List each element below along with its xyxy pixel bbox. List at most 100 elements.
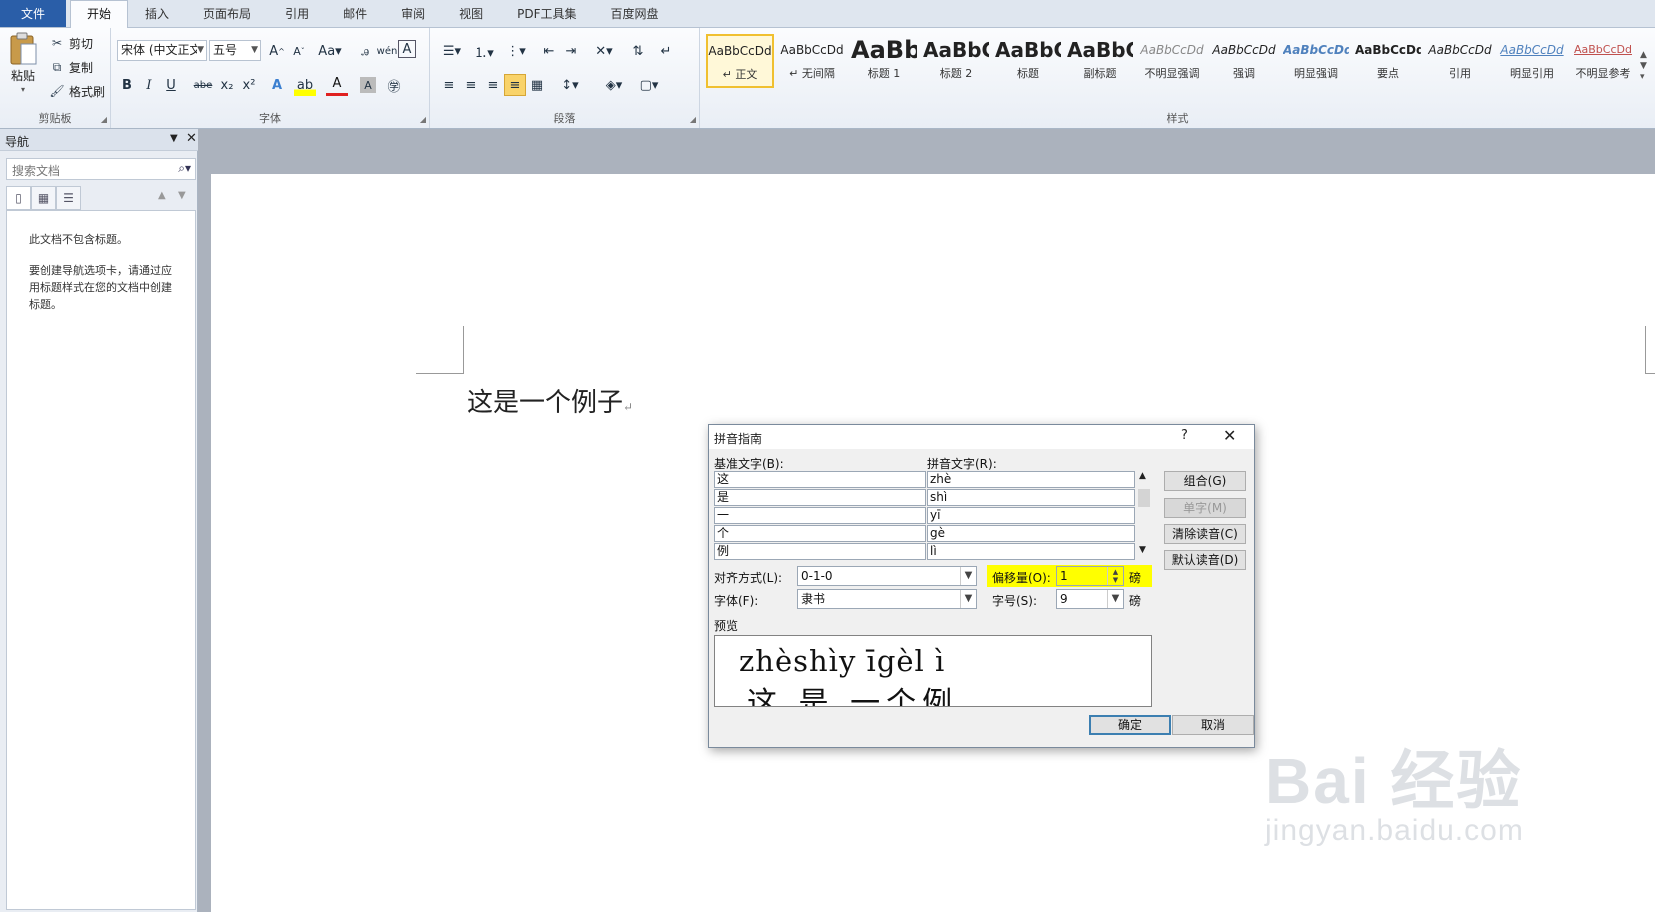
underline-button[interactable]: U [160,74,182,96]
scroll-down-icon[interactable]: ▼ [1139,545,1146,555]
tab-review[interactable]: 审阅 [384,0,442,27]
spin-icon[interactable]: ▲ ▼ [1107,567,1123,585]
paste-dropdown-icon[interactable]: ▾ [21,85,25,94]
italic-button[interactable]: I [138,74,160,96]
style-intense-emphasis[interactable]: AaBbCcDd 明显强调 [1282,34,1350,88]
tab-insert[interactable]: 插入 [128,0,186,27]
subscript-button[interactable]: x₂ [216,74,238,96]
distributed-icon[interactable]: ▦ [526,74,548,96]
decrease-indent-icon[interactable]: ⇤ [538,40,560,62]
align-left-icon[interactable]: ≡ [438,74,460,96]
document-text[interactable]: 这是一个例子↵ [467,382,633,419]
style-heading-1[interactable]: AaBb 标题 1 [850,34,918,88]
help-button[interactable]: ? [1181,428,1188,443]
align-center-icon[interactable]: ≡ [460,74,482,96]
cancel-button[interactable]: 取消 [1172,715,1254,735]
chinese-layout-icon[interactable]: ✕▾ [590,40,618,62]
align-right-icon[interactable]: ≡ [482,74,504,96]
clear-format-icon[interactable]: ꭿ [354,40,376,62]
base-text-field[interactable]: 个 [714,525,926,542]
style-no-spacing[interactable]: AaBbCcDd ↵ 无间隔 [778,34,846,88]
text-effects-button[interactable]: A [266,74,288,96]
size-select[interactable]: 9 ▼ [1056,589,1124,609]
shading-icon[interactable]: ◈▾ [600,74,628,96]
font-color-button[interactable]: A [326,74,348,96]
style-subtle-reference[interactable]: AaBbCcDd 不明显参考 [1570,34,1636,88]
base-text-field[interactable]: 是 [714,489,926,506]
copy-button[interactable]: ⧉ 复制 [48,58,93,76]
numbering-icon[interactable]: ⒈▾ [470,40,498,62]
style-subtle-emphasis[interactable]: AaBbCcDd 不明显强调 [1138,34,1206,88]
default-reading-button[interactable]: 默认读音(D) [1164,550,1246,570]
highlight-color-icon[interactable]: ab [294,74,316,96]
ruby-text-field[interactable]: lì [927,543,1135,560]
dialog-titlebar[interactable]: 拼音指南 ? ✕ [709,425,1254,449]
clear-reading-button[interactable]: 清除读音(C) [1164,524,1246,544]
headings-view-icon[interactable]: ▯ [6,186,31,210]
multilevel-list-icon[interactable]: ⋮▾ [502,40,530,62]
paste-button[interactable]: 粘贴 ▾ [8,32,38,94]
font-select[interactable]: 隶书 ▼ [797,589,977,609]
ok-button[interactable]: 确定 [1089,715,1171,735]
strikethrough-button[interactable]: abe [190,74,216,96]
style-quote[interactable]: AaBbCcDd 引用 [1426,34,1494,88]
style-title[interactable]: AaBbC 标题 [994,34,1062,88]
style-normal[interactable]: AaBbCcDd ↵ 正文 [706,34,774,88]
font-name-combo[interactable]: 宋体 (中文正文) ▼ [117,40,207,61]
cut-button[interactable]: ✂ 剪切 [48,34,93,52]
ruby-text-field[interactable]: shì [927,489,1135,506]
paragraph-launcher-icon[interactable]: ◢ [690,115,696,124]
single-char-button[interactable]: 单字(M) [1164,498,1246,518]
line-spacing-icon[interactable]: ↕▾ [556,74,584,96]
search-icon[interactable]: ⌕▾ [178,161,191,176]
nav-menu-icon[interactable]: ▼ [170,133,178,144]
scroll-thumb[interactable] [1138,489,1150,507]
enclose-char-icon[interactable]: ㊫ [383,74,405,96]
shrink-font-icon[interactable]: Aˇ [288,40,310,62]
nav-prev-icon[interactable]: ▲ [158,190,166,201]
char-border-icon[interactable]: A [398,40,416,58]
font-launcher-icon[interactable]: ◢ [420,115,426,124]
style-intense-quote[interactable]: AaBbCcDd 明显引用 [1498,34,1566,88]
tab-references[interactable]: 引用 [268,0,326,27]
style-heading-2[interactable]: AaBbC 标题 2 [922,34,990,88]
base-text-field[interactable]: 这 [714,471,926,488]
nav-search-input[interactable]: 搜索文档 ⌕▾ [6,158,196,180]
tab-baidu-netdisk[interactable]: 百度网盘 [594,0,676,27]
ruby-text-field[interactable]: yī [927,507,1135,524]
base-text-field[interactable]: 一 [714,507,926,524]
clipboard-launcher-icon[interactable]: ◢ [101,115,107,124]
ruby-text-field[interactable]: zhè [927,471,1135,488]
group-button[interactable]: 组合(G) [1164,471,1246,491]
style-emphasis[interactable]: AaBbCcDd 强调 [1210,34,1278,88]
justify-icon[interactable]: ≡ [504,74,526,96]
font-size-combo[interactable]: 五号 ▼ [209,40,261,61]
change-case-icon[interactable]: Aa▾ [316,40,344,62]
sort-icon[interactable]: ⇅ [627,40,649,62]
results-view-icon[interactable]: ☰ [56,186,81,210]
format-painter-button[interactable]: 🖌 格式刷 [48,82,105,100]
tab-page-layout[interactable]: 页面布局 [186,0,268,27]
grow-font-icon[interactable]: A ^ [266,40,288,62]
rows-scrollbar[interactable]: ▲ ▼ [1136,471,1152,561]
scroll-up-icon[interactable]: ▲ [1139,471,1146,481]
nav-next-icon[interactable]: ▼ [178,190,186,201]
styles-scroll-icon[interactable]: ▲ ▼ ▾ [1640,50,1647,83]
superscript-button[interactable]: x² [238,74,260,96]
style-strong[interactable]: AaBbCcDd 要点 [1354,34,1422,88]
offset-stepper[interactable]: 1 ▲ ▼ [1056,566,1124,586]
tab-mailings[interactable]: 邮件 [326,0,384,27]
bullets-icon[interactable]: ☰▾ [438,40,466,62]
show-marks-icon[interactable]: ↵ [655,40,677,62]
borders-icon[interactable]: ▢▾ [635,74,663,96]
tab-view[interactable]: 视图 [442,0,500,27]
char-shading-button[interactable]: A [360,77,376,93]
ruby-text-field[interactable]: gè [927,525,1135,542]
phonetic-guide-icon[interactable]: wén [376,40,398,62]
tab-home[interactable]: 开始 [70,0,129,28]
bold-button[interactable]: B [116,74,138,96]
pages-view-icon[interactable]: ▦ [31,186,56,210]
tab-pdf-tools[interactable]: PDF工具集 [500,0,593,27]
style-subtitle[interactable]: AaBbC 副标题 [1066,34,1134,88]
tab-file[interactable]: 文件 [0,0,67,27]
